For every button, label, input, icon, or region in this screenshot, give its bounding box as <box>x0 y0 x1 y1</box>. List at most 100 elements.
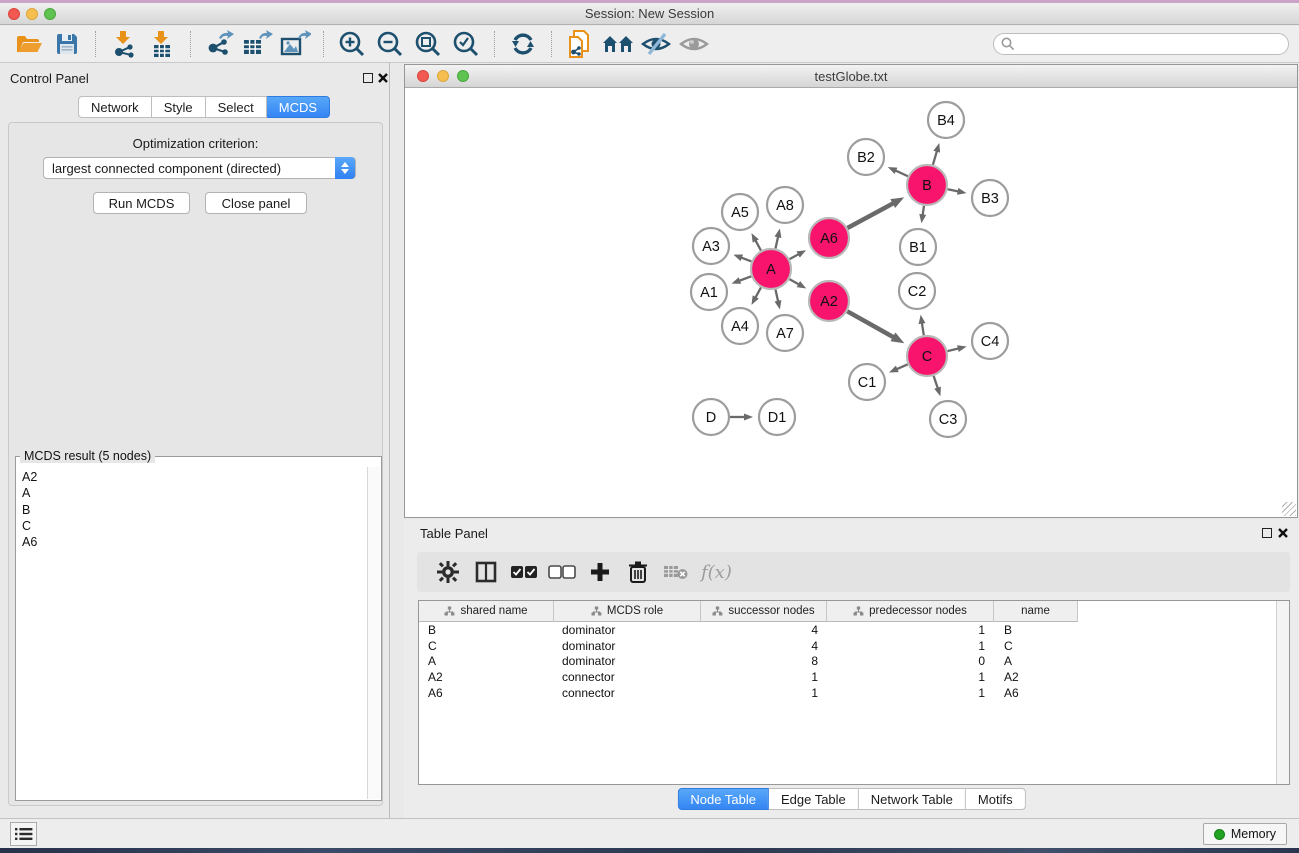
run-mcds-button[interactable]: Run MCDS <box>93 192 190 214</box>
delete-table-icon[interactable] <box>659 557 693 587</box>
graph-edge[interactable] <box>933 151 937 165</box>
memory-button[interactable]: Memory <box>1203 823 1287 845</box>
graph-edge[interactable] <box>847 311 894 337</box>
unselect-columns-icon[interactable] <box>545 557 579 587</box>
table-cell: A2 <box>419 670 554 684</box>
zoom-in-icon[interactable] <box>336 29 368 59</box>
mcds-result-list[interactable]: A2ABCA6 <box>17 467 367 799</box>
zoom-selected-icon[interactable] <box>450 29 482 59</box>
open-file-icon[interactable] <box>13 29 45 59</box>
graph-edge[interactable] <box>775 236 778 248</box>
graph-edge-arrowhead <box>797 281 807 288</box>
graph-edge[interactable] <box>739 276 751 281</box>
tab-select[interactable]: Select <box>206 96 267 118</box>
graph-node-label: D <box>706 410 716 426</box>
zoom-out-icon[interactable] <box>374 29 406 59</box>
show-all-icon[interactable] <box>678 29 710 59</box>
tab-edge-table[interactable]: Edge Table <box>769 788 859 810</box>
apply-layout-icon[interactable] <box>507 29 539 59</box>
tab-node-table[interactable]: Node Table <box>677 788 769 810</box>
search-input[interactable] <box>993 33 1289 55</box>
graph-edge[interactable] <box>947 348 958 351</box>
close-table-panel-icon[interactable] <box>1277 527 1289 539</box>
table-row[interactable]: A2connector11A2 <box>419 669 1276 685</box>
network-graph[interactable]: B4B2BB3A8A5A6A3B1AA1C2A2A4A7C4CC1DD1C3 <box>405 88 1297 517</box>
graph-edge[interactable] <box>895 170 908 176</box>
float-table-panel-icon[interactable] <box>1262 528 1272 538</box>
clone-network-icon[interactable] <box>564 29 596 59</box>
optimization-criterion-label: Optimization criterion: <box>9 136 382 151</box>
column-header-mcds-role[interactable]: MCDS role <box>554 601 701 622</box>
result-item[interactable]: A <box>22 485 367 501</box>
save-session-icon[interactable] <box>51 29 83 59</box>
function-builder-icon[interactable]: f(x) <box>701 562 732 583</box>
table-cell: connector <box>554 670 701 684</box>
tab-motifs[interactable]: Motifs <box>966 788 1026 810</box>
graph-node-label: B3 <box>981 191 999 207</box>
graph-edge[interactable] <box>755 287 761 297</box>
result-item[interactable]: A2 <box>22 469 367 485</box>
result-item[interactable]: C <box>22 518 367 534</box>
graph-edge[interactable] <box>790 254 799 259</box>
graph-node-label: C <box>922 349 932 365</box>
table-scrollbar[interactable] <box>1276 601 1289 784</box>
network-window-titlebar[interactable]: testGlobe.txt <box>405 65 1297 88</box>
close-panel-icon[interactable] <box>377 72 389 84</box>
graph-node-label: A7 <box>776 326 794 342</box>
toolbar-separator <box>95 31 96 57</box>
show-panels-button[interactable] <box>10 822 37 846</box>
table-body: Bdominator41BCdominator41CAdominator80AA… <box>419 622 1276 784</box>
table-row[interactable]: Bdominator41B <box>419 622 1276 638</box>
import-network-icon[interactable] <box>108 29 140 59</box>
select-columns-icon[interactable] <box>507 557 541 587</box>
graph-node-label: A8 <box>776 198 794 214</box>
result-item[interactable]: B <box>22 502 367 518</box>
table-cell: A6 <box>994 686 1078 700</box>
resize-grip[interactable] <box>1282 502 1296 516</box>
network-canvas[interactable]: B4B2BB3A8A5A6A3B1AA1C2A2A4A7C4CC1DD1C3 <box>405 88 1297 517</box>
desktop-strip <box>0 848 1299 853</box>
graph-edge[interactable] <box>923 206 924 216</box>
hide-selected-icon[interactable] <box>640 29 672 59</box>
first-neighbors-icon[interactable] <box>602 29 634 59</box>
tab-network-table[interactable]: Network Table <box>859 788 966 810</box>
graph-edge[interactable] <box>755 240 761 250</box>
add-column-icon[interactable] <box>583 557 617 587</box>
table-cell: dominator <box>554 623 701 637</box>
table-type-tabs: Node Table Edge Table Network Table Moti… <box>677 788 1025 810</box>
split-columns-icon[interactable] <box>469 557 503 587</box>
tab-network[interactable]: Network <box>78 96 152 118</box>
graph-edge[interactable] <box>922 323 924 336</box>
result-scrollbar[interactable] <box>367 467 380 799</box>
graph-edge[interactable] <box>948 189 959 191</box>
graph-edge[interactable] <box>741 257 752 261</box>
table-row[interactable]: Cdominator41C <box>419 638 1276 654</box>
column-header-shared-name[interactable]: shared name <box>419 601 554 622</box>
mcds-panel: Optimization criterion: largest connecte… <box>8 122 383 806</box>
graph-edge[interactable] <box>789 279 799 284</box>
column-header-predecessor-nodes[interactable]: predecessor nodes <box>827 601 994 622</box>
import-table-icon[interactable] <box>146 29 178 59</box>
table-row[interactable]: A6connector11A6 <box>419 685 1276 701</box>
tab-mcds[interactable]: MCDS <box>267 96 330 118</box>
column-header-name[interactable]: name <box>994 601 1078 622</box>
column-header-successor-nodes[interactable]: successor nodes <box>701 601 827 622</box>
delete-column-icon[interactable] <box>621 557 655 587</box>
graph-edge[interactable] <box>775 290 778 302</box>
export-image-icon[interactable] <box>279 29 311 59</box>
graph-node-label: A5 <box>731 205 749 221</box>
float-panel-icon[interactable] <box>363 73 373 83</box>
criterion-dropdown[interactable]: largest connected component (directed) <box>43 157 356 179</box>
gear-icon[interactable] <box>431 557 465 587</box>
close-panel-button[interactable]: Close panel <box>205 192 307 214</box>
zoom-fit-icon[interactable] <box>412 29 444 59</box>
tab-style[interactable]: Style <box>152 96 206 118</box>
graph-edge[interactable] <box>896 364 907 369</box>
export-table-icon[interactable] <box>241 29 273 59</box>
table-row[interactable]: Adominator80A <box>419 653 1276 669</box>
graph-edge[interactable] <box>934 376 938 389</box>
export-network-icon[interactable] <box>203 29 235 59</box>
node-table: shared name MCDS role successor nodes pr… <box>418 600 1290 785</box>
result-item[interactable]: A6 <box>22 534 367 550</box>
graph-edge[interactable] <box>847 203 893 228</box>
